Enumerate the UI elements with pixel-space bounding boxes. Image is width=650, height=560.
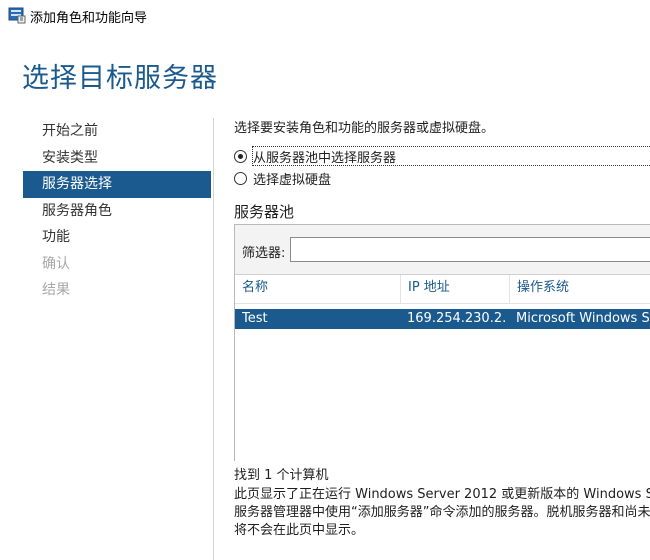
table-row[interactable]: Test 169.254.230.2... Microsoft Windows …	[235, 309, 650, 329]
option-virtual-disk[interactable]: 选择虚拟硬盘	[234, 169, 332, 188]
title-bar: 添加角色和功能向导	[0, 0, 650, 31]
nav-item-results: 结果	[42, 282, 70, 298]
nav-divider	[213, 118, 214, 560]
wizard-nav: 开始之前 安装类型 服务器选择 服务器角色 功能 确认 结果	[23, 118, 211, 304]
window-title: 添加角色和功能向导	[30, 11, 148, 26]
option-label: 选择虚拟硬盘	[253, 172, 332, 188]
option-server-pool[interactable]: 从服务器池中选择服务器	[234, 147, 397, 166]
column-header-os[interactable]: 操作系统	[509, 275, 650, 304]
description-line: 将不会在此页中显示。	[234, 523, 365, 538]
nav-item-before-you-begin[interactable]: 开始之前	[23, 118, 211, 145]
cell-os: Microsoft Windows S	[516, 311, 650, 326]
filter-label: 筛选器:	[242, 246, 286, 261]
page-title: 选择目标服务器	[22, 63, 218, 94]
server-pool-heading: 服务器池	[234, 203, 295, 221]
option-label: 从服务器池中选择服务器	[253, 150, 397, 166]
radio-button[interactable]	[234, 171, 247, 185]
description-line: 此页显示了正在运行 Windows Server 2012 或更新版本的 Win…	[234, 487, 650, 502]
description-line: 服务器管理器中使用“添加服务器”命令添加的服务器。脱机服务器和尚未	[234, 505, 650, 520]
nav-item-server-roles[interactable]: 服务器角色	[23, 198, 211, 225]
radio-button-checked[interactable]	[234, 149, 247, 163]
cell-ip: 169.254.230.2...	[407, 311, 507, 326]
server-grid: 名称 IP 地址 操作系统 Test 169.254.230.2... Micr…	[235, 274, 650, 461]
nav-item-server-selection[interactable]: 服务器选择	[23, 171, 211, 198]
grid-header: 名称 IP 地址 操作系统	[235, 275, 650, 304]
nav-item-installation-type[interactable]: 安装类型	[23, 145, 211, 172]
filter-input[interactable]	[290, 237, 650, 262]
server-pool-panel: 筛选器: 名称 IP 地址 操作系统 Test 169.254.230.2...…	[234, 224, 650, 461]
intro-text: 选择要安装角色和功能的服务器或虚拟硬盘。	[234, 121, 495, 136]
found-count: 找到 1 个计算机	[234, 468, 329, 483]
column-header-ip[interactable]: IP 地址	[400, 275, 509, 304]
server-manager-icon	[8, 7, 26, 24]
nav-item-confirmation: 确认	[42, 255, 70, 272]
nav-item-features[interactable]: 功能	[23, 224, 211, 251]
column-header-name[interactable]: 名称	[235, 275, 400, 304]
cell-name: Test	[242, 311, 268, 326]
description-text: 此页显示了正在运行 Windows Server 2012 或更新版本的 Win…	[234, 486, 650, 540]
